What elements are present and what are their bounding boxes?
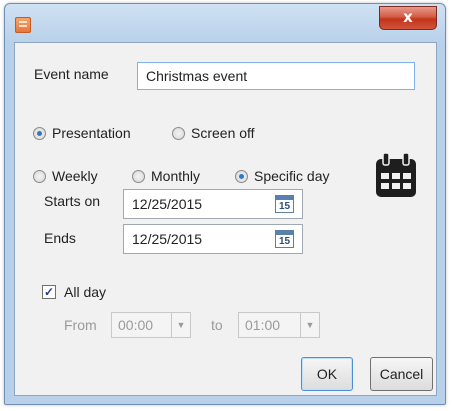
from-time-select[interactable]: 00:00 ▼ [111, 312, 191, 338]
radio-screen-off-dot [172, 126, 185, 140]
radio-specific-day-dot [235, 169, 248, 183]
radio-monthly-label: Monthly [151, 168, 201, 184]
radio-monthly[interactable]: Monthly [132, 168, 200, 184]
radio-weekly[interactable]: Weekly [33, 168, 98, 184]
starts-on-value: 12/25/2015 [132, 196, 203, 212]
all-day-checkbox[interactable]: ✓ [42, 285, 56, 299]
starts-on-date-picker[interactable]: 12/25/2015 15 [123, 189, 303, 219]
radio-screen-off[interactable]: Screen off [172, 125, 255, 141]
ok-button[interactable]: OK [301, 357, 353, 391]
radio-weekly-dot [33, 169, 46, 183]
calendar-icon [376, 153, 416, 197]
all-day-label: All day [64, 284, 107, 300]
radio-presentation-dot [33, 126, 46, 140]
ends-date-picker[interactable]: 12/25/2015 15 [123, 224, 303, 254]
to-label: to [211, 317, 223, 333]
to-time-value: 01:00 [245, 317, 281, 333]
radio-presentation[interactable]: Presentation [33, 125, 131, 141]
from-time-value: 00:00 [118, 317, 154, 333]
from-label: From [64, 317, 97, 333]
chevron-down-icon: ▼ [171, 313, 190, 337]
calendar-icon[interactable]: 15 [275, 195, 294, 213]
starts-on-label: Starts on [44, 193, 101, 209]
ends-value: 12/25/2015 [132, 231, 203, 247]
event-name-label: Event name [34, 66, 109, 82]
radio-weekly-label: Weekly [52, 168, 98, 184]
calendar-icon[interactable]: 15 [275, 230, 294, 248]
ends-label: Ends [44, 230, 76, 246]
dialog-content: Event name Christmas event Presentation … [14, 42, 437, 396]
radio-presentation-label: Presentation [52, 125, 131, 141]
radio-specific-day-label: Specific day [254, 168, 330, 184]
close-button[interactable]: x [379, 6, 437, 30]
cancel-button[interactable]: Cancel [370, 357, 433, 391]
app-icon [15, 17, 31, 33]
to-time-select[interactable]: 01:00 ▼ [238, 312, 320, 338]
event-name-input[interactable]: Christmas event [137, 62, 415, 90]
dialog-window: x Event name Christmas event Presentatio… [4, 3, 446, 405]
radio-monthly-dot [132, 169, 145, 183]
radio-specific-day[interactable]: Specific day [235, 168, 329, 184]
radio-screen-off-label: Screen off [191, 125, 255, 141]
chevron-down-icon: ▼ [300, 313, 319, 337]
